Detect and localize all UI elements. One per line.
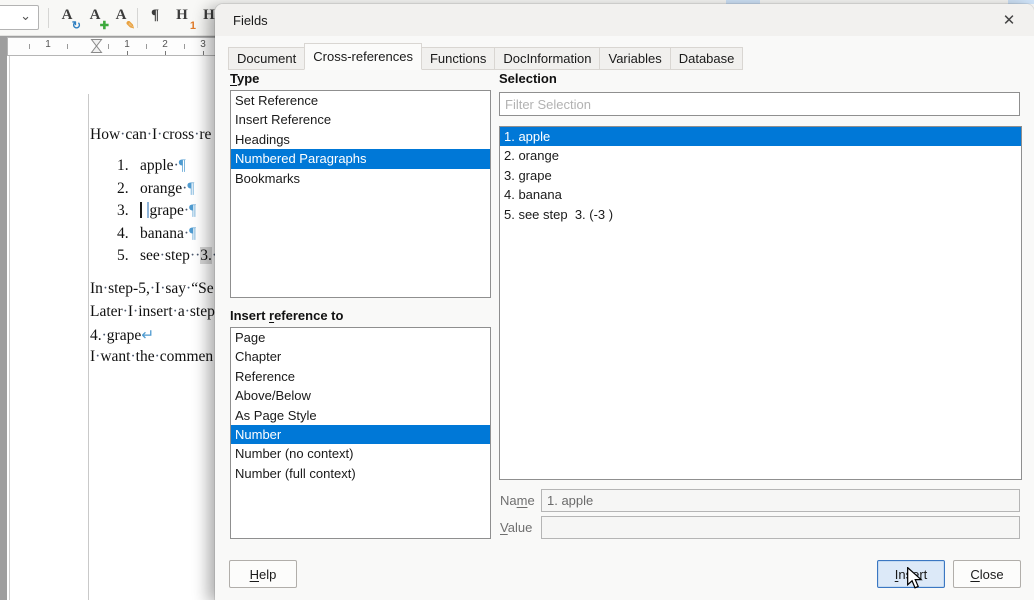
ruler-tick xyxy=(108,44,109,49)
list-item[interactable]: As Page Style xyxy=(231,406,490,425)
list-item[interactable]: 4. banana xyxy=(500,185,1021,204)
list-item[interactable]: Insert Reference xyxy=(231,110,490,129)
name-input xyxy=(541,489,1020,512)
ruler-number: 1 xyxy=(124,39,130,50)
document-list-item: 5.see·step··3.· xyxy=(90,247,222,267)
ruler-tabstop-mark xyxy=(165,51,166,55)
dialog-title: Fields xyxy=(233,13,268,28)
pilcrow-mark: ¶ xyxy=(189,225,196,242)
list-item[interactable]: Number (no context) xyxy=(231,444,490,463)
document-paragraph: 4.·grape↵ xyxy=(90,326,154,346)
pilcrow-mark: ¶ xyxy=(179,157,186,174)
tab-cross-references[interactable]: Cross-references xyxy=(304,43,422,70)
list-item[interactable]: 3. grape xyxy=(500,166,1021,185)
list-item[interactable]: 5. see step 3. (-3 ) xyxy=(500,205,1021,224)
type-group-label: Type xyxy=(230,71,259,86)
type-listbox[interactable]: Set ReferenceInsert ReferenceHeadingsNum… xyxy=(230,90,491,298)
ruler-tick xyxy=(146,44,147,49)
fields-dialog: Fields ✕ DocumentCross-referencesFunctio… xyxy=(215,4,1034,600)
tab-document[interactable]: Document xyxy=(228,47,305,70)
document-paragraph: Later·I·insert·a·step xyxy=(90,303,215,323)
ruler-number: 3 xyxy=(200,39,206,50)
document-paragraph: How·can·I·cross·re xyxy=(90,126,211,146)
update-style-icon[interactable]: A↻ xyxy=(55,6,79,30)
filter-selection-input[interactable] xyxy=(499,92,1020,116)
heading-1-icon[interactable]: H1 xyxy=(170,6,194,30)
list-item[interactable]: Bookmarks xyxy=(231,169,490,188)
chevron-down-icon: ⌄ xyxy=(20,8,31,24)
linebreak-mark: ↵ xyxy=(141,327,154,344)
document-paragraph: I·want·the·commen xyxy=(90,348,213,368)
list-item[interactable]: Above/Below xyxy=(231,386,490,405)
edit-style-icon[interactable]: A✎ xyxy=(109,6,133,30)
ruler-tabstop-mark xyxy=(203,51,204,55)
value-input xyxy=(541,516,1020,539)
ruler-tabstop-mark xyxy=(127,51,128,55)
dialog-tabstrip: DocumentCross-referencesFunctionsDocInfo… xyxy=(228,43,742,70)
list-item[interactable]: 1. apple xyxy=(500,127,1021,146)
formatting-marks-icon[interactable]: ¶ xyxy=(143,6,167,30)
paragraph-style-combobox[interactable]: ⌄ xyxy=(0,5,39,30)
tab-docinformation[interactable]: DocInformation xyxy=(494,47,600,70)
list-item[interactable]: Chapter xyxy=(231,347,490,366)
mouse-cursor xyxy=(905,567,925,589)
insert-reference-to-listbox[interactable]: PageChapterReferenceAbove/BelowAs Page S… xyxy=(230,327,491,539)
list-item[interactable]: Number (full context) xyxy=(231,464,490,483)
help-button[interactable]: Help xyxy=(229,560,297,588)
new-style-icon[interactable]: A✚ xyxy=(83,6,107,30)
list-item[interactable]: Number xyxy=(231,425,490,444)
tab-variables[interactable]: Variables xyxy=(599,47,670,70)
pilcrow-mark: ¶ xyxy=(187,180,194,197)
selection-listbox[interactable]: 1. apple2. orange3. grape4. banana5. see… xyxy=(499,126,1022,480)
dialog-titlebar[interactable]: Fields ✕ xyxy=(215,4,1034,36)
page-edge-line xyxy=(9,56,10,600)
ruler-number: 2 xyxy=(162,39,168,50)
tab-functions[interactable]: Functions xyxy=(421,47,495,70)
screen: ⌄ A↻A✚A✎¶H1H2 1123 How·can·I·cross·re1.a… xyxy=(0,0,1034,600)
document-list-item: 2.orange·¶ xyxy=(90,180,194,200)
list-item[interactable]: Set Reference xyxy=(231,91,490,110)
document-paragraph: In·step-5,·I·say·“Se xyxy=(90,280,214,300)
value-label: Value xyxy=(500,520,532,535)
toolbar-separator xyxy=(48,8,49,28)
ruler-tick xyxy=(29,44,30,49)
ruler-tick xyxy=(67,44,68,49)
toolbar-separator xyxy=(137,8,138,28)
text-caret xyxy=(140,202,142,218)
list-item[interactable]: 2. orange xyxy=(500,146,1021,165)
reference-field: 3. xyxy=(200,247,212,264)
ruler-tick xyxy=(184,44,185,49)
document-list-item: 4.banana·¶ xyxy=(90,225,196,245)
name-label: Name xyxy=(500,493,535,508)
ruler-indent-marker[interactable] xyxy=(90,38,103,54)
list-item[interactable]: Headings xyxy=(231,130,490,149)
list-item[interactable]: Numbered Paragraphs xyxy=(231,149,490,168)
document-list-item: 1.apple·¶ xyxy=(90,157,186,177)
close-icon[interactable]: ✕ xyxy=(996,10,1022,32)
ruler-number: 1 xyxy=(45,39,51,50)
tab-database[interactable]: Database xyxy=(670,47,744,70)
pilcrow-mark: ¶ xyxy=(189,202,196,219)
document-list-item: 3.grape·¶ xyxy=(90,202,196,222)
close-button[interactable]: Close xyxy=(953,560,1021,588)
selection-group-label: Selection xyxy=(499,71,557,86)
list-item[interactable]: Reference xyxy=(231,367,490,386)
insert-reference-to-group-label: Insert reference to xyxy=(230,308,343,323)
text-boundary-line xyxy=(88,94,89,600)
list-item[interactable]: Page xyxy=(231,328,490,347)
